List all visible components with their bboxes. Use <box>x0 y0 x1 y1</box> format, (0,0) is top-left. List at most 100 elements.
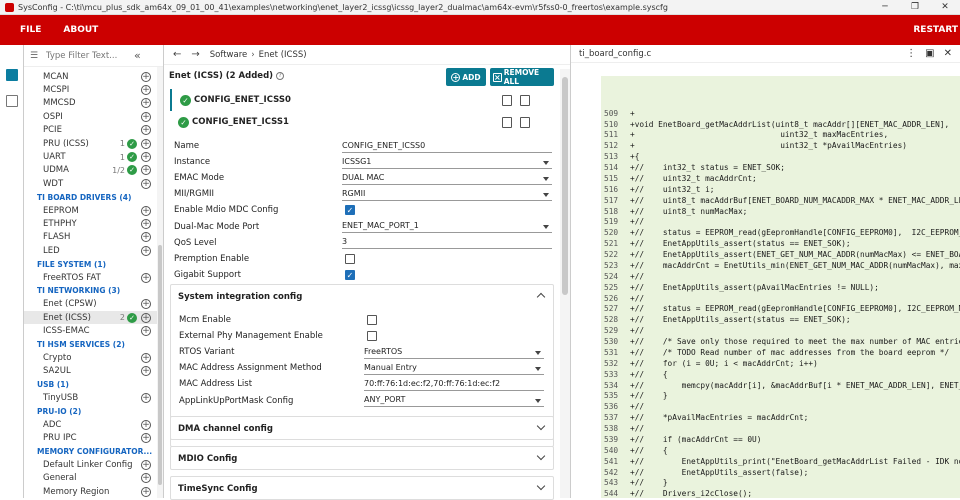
chevron-down-icon[interactable] <box>536 481 546 491</box>
file-menu[interactable]: FILE <box>20 25 41 35</box>
add-module-icon[interactable]: + <box>141 152 151 163</box>
instance-config-enet-icss1[interactable]: ✓ CONFIG_ENET_ICSS1 <box>170 111 558 133</box>
module-item[interactable]: WDT + <box>24 177 163 190</box>
add-module-icon[interactable]: + <box>141 85 151 96</box>
module-item[interactable]: Enet (ICSS) 2 ✓ + <box>24 311 163 325</box>
module-item[interactable]: EEPROM + <box>24 204 163 217</box>
back-arrow-icon[interactable]: ← <box>173 49 181 60</box>
chevron-down-icon[interactable] <box>536 451 546 461</box>
add-module-icon[interactable]: + <box>141 299 151 310</box>
timesync-config-section[interactable]: TimeSync Config <box>170 476 554 500</box>
add-button[interactable]: + ADD <box>446 68 486 86</box>
module-item[interactable]: UART 1 ✓ + <box>24 150 163 163</box>
help-icon[interactable]: ? <box>276 72 285 80</box>
add-module-icon[interactable]: + <box>141 205 151 216</box>
add-module-icon[interactable]: + <box>141 165 151 176</box>
add-module-icon[interactable]: + <box>141 473 151 484</box>
module-item[interactable]: ETHPHY + <box>24 217 163 230</box>
text-field[interactable]: CONFIG_ENET_ICSS0 <box>342 140 552 153</box>
module-item[interactable]: FLASH + <box>24 231 163 244</box>
minimize-button[interactable]: ─ <box>870 0 900 15</box>
add-module-icon[interactable]: + <box>141 111 151 122</box>
add-module-icon[interactable]: + <box>141 393 151 404</box>
text-field[interactable]: 70:ff:76:1d:ec:f2,70:ff:76:1d:ec:f2 <box>364 378 544 391</box>
module-item[interactable]: Default Linker Config + <box>24 458 163 471</box>
add-module-icon[interactable]: + <box>141 125 151 136</box>
select-field[interactable]: Manual Entry <box>364 362 544 375</box>
close-window-button[interactable]: ✕ <box>930 0 960 15</box>
close-icon[interactable]: ✕ <box>944 49 952 59</box>
maximize-button[interactable]: ❐ <box>900 0 930 15</box>
duplicate-icon[interactable] <box>502 116 512 128</box>
delete-icon[interactable] <box>520 116 530 128</box>
module-category[interactable]: PRU-IO (2) <box>24 405 163 418</box>
forward-arrow-icon[interactable]: → <box>191 49 199 60</box>
add-module-icon[interactable]: + <box>141 433 151 444</box>
checkbox[interactable] <box>367 331 377 342</box>
select-field[interactable]: DUAL MAC <box>342 172 552 185</box>
chevron-down-icon[interactable] <box>536 421 546 431</box>
add-module-icon[interactable]: + <box>141 486 151 497</box>
module-category[interactable]: USB (1) <box>24 378 163 391</box>
more-options-icon[interactable]: ⋮ <box>906 49 916 59</box>
checkbox[interactable] <box>367 315 377 326</box>
add-module-icon[interactable]: + <box>141 178 151 189</box>
scroll-thumb[interactable] <box>158 245 162 485</box>
checkbox[interactable]: ✓ <box>345 205 355 216</box>
add-module-icon[interactable]: + <box>141 232 151 243</box>
dma-channel-section[interactable]: DMA channel config <box>170 416 554 440</box>
module-item[interactable]: TinyUSB + <box>24 391 163 404</box>
board-view-icon[interactable] <box>6 95 18 107</box>
chevron-up-icon[interactable] <box>536 292 546 302</box>
config-scrollbar[interactable] <box>560 69 570 498</box>
module-scrollbar[interactable] <box>157 67 163 498</box>
module-item[interactable]: MCAN + <box>24 70 163 83</box>
module-item[interactable]: SA2UL + <box>24 365 163 378</box>
duplicate-icon[interactable] <box>502 94 512 106</box>
add-module-icon[interactable]: + <box>141 366 151 377</box>
add-module-icon[interactable]: + <box>141 419 151 430</box>
add-module-icon[interactable]: + <box>141 460 151 471</box>
remove-all-button[interactable]: × REMOVE ALL <box>490 68 554 86</box>
module-item[interactable]: General + <box>24 472 163 485</box>
add-module-icon[interactable]: + <box>141 98 151 109</box>
add-module-icon[interactable]: + <box>141 71 151 82</box>
module-category[interactable]: MEMORY CONFIGURATOR... <box>24 445 163 458</box>
module-item[interactable]: FreeRTOS FAT + <box>24 271 163 284</box>
select-field[interactable]: ANY_PORT <box>364 394 544 408</box>
select-field[interactable]: ENET_MAC_PORT_1 <box>342 220 552 234</box>
mdio-config-section[interactable]: MDIO Config <box>170 446 554 470</box>
module-category[interactable]: FILE SYSTEM (1) <box>24 257 163 270</box>
collapse-panel-icon[interactable]: « <box>134 49 141 62</box>
module-item[interactable]: PRU (ICSS) 1 ✓ + <box>24 137 163 150</box>
module-item[interactable]: MMCSD + <box>24 97 163 110</box>
add-module-icon[interactable]: + <box>141 245 151 256</box>
module-item[interactable]: PRU IPC + <box>24 432 163 445</box>
module-item[interactable]: LED + <box>24 244 163 257</box>
checkbox[interactable] <box>345 253 355 264</box>
about-menu[interactable]: ABOUT <box>63 25 98 35</box>
select-field[interactable]: ICSSG1 <box>342 156 552 169</box>
add-module-icon[interactable]: + <box>141 138 151 149</box>
add-module-icon[interactable]: + <box>141 272 151 283</box>
save-icon[interactable]: ▣ <box>925 49 934 59</box>
checkbox[interactable]: ✓ <box>345 269 355 280</box>
module-item[interactable]: PCIE + <box>24 124 163 137</box>
module-item[interactable]: ICSS-EMAC + <box>24 324 163 337</box>
text-field[interactable]: 3 <box>342 236 552 250</box>
module-item[interactable]: UDMA 1/2 ✓ + <box>24 164 163 177</box>
filter-input[interactable] <box>46 50 128 61</box>
delete-icon[interactable] <box>520 94 530 106</box>
module-item[interactable]: Crypto + <box>24 351 163 364</box>
breadcrumb-software[interactable]: Software <box>210 50 247 60</box>
module-item[interactable]: ADC + <box>24 418 163 431</box>
module-category[interactable]: TI BOARD DRIVERS (4) <box>24 191 163 204</box>
select-field[interactable]: FreeRTOS <box>364 346 544 359</box>
module-item[interactable]: Memory Region + <box>24 485 163 498</box>
module-item[interactable]: MCSPI + <box>24 83 163 96</box>
restart-button[interactable]: RESTART <box>913 25 958 35</box>
section-header[interactable]: System integration config <box>171 285 553 308</box>
add-module-icon[interactable]: + <box>141 218 151 229</box>
add-module-icon[interactable]: + <box>141 312 151 323</box>
add-module-icon[interactable]: + <box>141 352 151 363</box>
